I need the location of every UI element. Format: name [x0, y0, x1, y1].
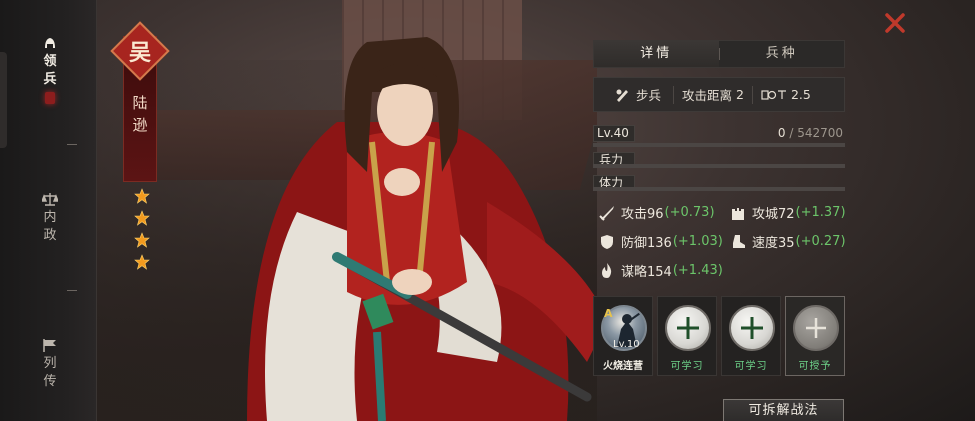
skill-slot-learnable[interactable]: 可学习 — [721, 296, 781, 376]
sword-icon — [599, 205, 614, 221]
hero-detail-screen: 领 兵 内 政 列 传 吴 陆 逊 详情 兵种 步兵 攻击距离 2 2.5 Lv… — [0, 0, 975, 421]
star-icon — [134, 188, 150, 204]
sidebar-item-label: 传 — [43, 374, 57, 389]
skill-status: 可学习 — [670, 361, 704, 372]
skill-slot-learnable[interactable]: 可学习 — [657, 296, 717, 376]
star-icon — [134, 232, 150, 248]
faction-label: 吴 — [128, 40, 151, 66]
sidebar-item-label: 列 — [43, 356, 57, 371]
tab-details[interactable]: 详情 — [594, 41, 719, 67]
sidebar-item-label: 政 — [43, 228, 57, 243]
helmet-icon — [45, 38, 55, 48]
level-label: Lv.40 — [593, 125, 635, 142]
plus-icon — [741, 317, 763, 339]
hero-name-char: 逊 — [132, 116, 148, 134]
star-icon — [134, 210, 150, 226]
skill-slot-owned[interactable]: A Lv.10 火烧连营 — [593, 296, 653, 376]
exp-separator: / — [789, 126, 798, 140]
plus-icon — [806, 318, 826, 338]
troop-type-label: 步兵 — [636, 88, 662, 103]
strategy-stat: 谋略154 (+1.43) — [598, 261, 723, 280]
skill-name: 火烧连营 — [603, 361, 643, 372]
divider — [67, 290, 77, 291]
detail-tabs: 详情 兵种 — [593, 40, 845, 68]
troop-type: 步兵 — [614, 85, 661, 104]
exp-bar — [593, 143, 845, 147]
sidebar-edge-handle[interactable] — [0, 52, 7, 148]
seal-icon — [45, 92, 55, 104]
attack-range-value: 2 — [736, 87, 744, 102]
sidebar-item-biography[interactable]: 列 传 — [29, 338, 71, 391]
exp-total: 542700 — [797, 126, 843, 140]
skill-slot-grantable[interactable]: 可授予 — [785, 296, 845, 376]
troop-info-row: 步兵 攻击距离 2 2.5 — [593, 77, 845, 112]
hero-illustration — [247, 37, 597, 421]
sidebar-item-politics[interactable]: 内 政 — [29, 192, 71, 245]
shield-icon — [601, 234, 613, 249]
divider — [673, 85, 675, 104]
stamina-bar — [593, 187, 845, 191]
attack-label: 攻击96 — [621, 207, 664, 222]
cost: 2.5 — [761, 87, 811, 102]
speed-bonus: (+0.27) — [795, 234, 846, 249]
star-rating — [134, 188, 150, 276]
divider — [67, 144, 77, 145]
troops-bar — [593, 164, 845, 168]
star-icon — [134, 254, 150, 270]
tab-troop-type[interactable]: 兵种 — [720, 41, 845, 67]
sidebar-item-label: 兵 — [43, 72, 57, 87]
sidebar-item-label: 领 — [43, 54, 57, 69]
skill-status: 可授予 — [798, 361, 832, 372]
sidebar-item-troops[interactable]: 领 兵 — [29, 36, 71, 104]
level-exp: 0 / 542700 — [778, 126, 843, 140]
defense-bonus: (+1.03) — [672, 234, 723, 249]
decompose-skill-button[interactable]: 可拆解战法 — [723, 399, 844, 421]
attack-stat: 攻击96 (+0.73) — [598, 203, 715, 222]
cost-value: 2.5 — [790, 87, 811, 102]
castle-icon — [732, 207, 744, 220]
attack-range: 攻击距离 2 — [682, 85, 744, 104]
skill-level: Lv.10 — [613, 339, 640, 350]
plus-icon — [677, 317, 699, 339]
siege-stat: 攻城72 (+1.37) — [729, 203, 846, 222]
attack-bonus: (+0.73) — [664, 205, 715, 220]
scales-icon — [42, 193, 58, 206]
cost-icon — [761, 89, 786, 100]
infantry-icon — [616, 89, 628, 102]
siege-bonus: (+1.37) — [795, 205, 846, 220]
skill-grade: A — [604, 307, 613, 320]
speed-stat: 速度35 (+0.27) — [729, 232, 846, 251]
defense-stat: 防御136 (+1.03) — [598, 232, 723, 251]
level-row: Lv.40 0 / 542700 — [593, 125, 845, 143]
speed-label: 速度35 — [752, 236, 795, 251]
siege-label: 攻城72 — [752, 207, 795, 222]
strategy-bonus: (+1.43) — [672, 263, 723, 278]
boot-icon — [733, 234, 745, 248]
hero-name: 陆 逊 — [123, 92, 157, 136]
skill-slots: A Lv.10 火烧连营 可学习 可学习 可授予 — [593, 296, 845, 376]
close-icon[interactable] — [880, 8, 910, 38]
divider — [751, 85, 753, 104]
hero-name-char: 陆 — [132, 94, 148, 112]
hero-portrait-area: 吴 陆 逊 — [97, 0, 597, 421]
flame-icon — [602, 262, 612, 278]
defense-label: 防御136 — [621, 236, 672, 251]
sidebar-item-label: 内 — [43, 210, 57, 225]
attack-range-label: 攻击距离 — [682, 88, 733, 103]
skill-status: 可学习 — [734, 361, 768, 372]
flag-icon — [43, 339, 56, 352]
strategy-label: 谋略154 — [621, 265, 672, 280]
exp-current: 0 — [777, 126, 786, 140]
sidebar: 领 兵 内 政 列 传 — [0, 0, 97, 421]
